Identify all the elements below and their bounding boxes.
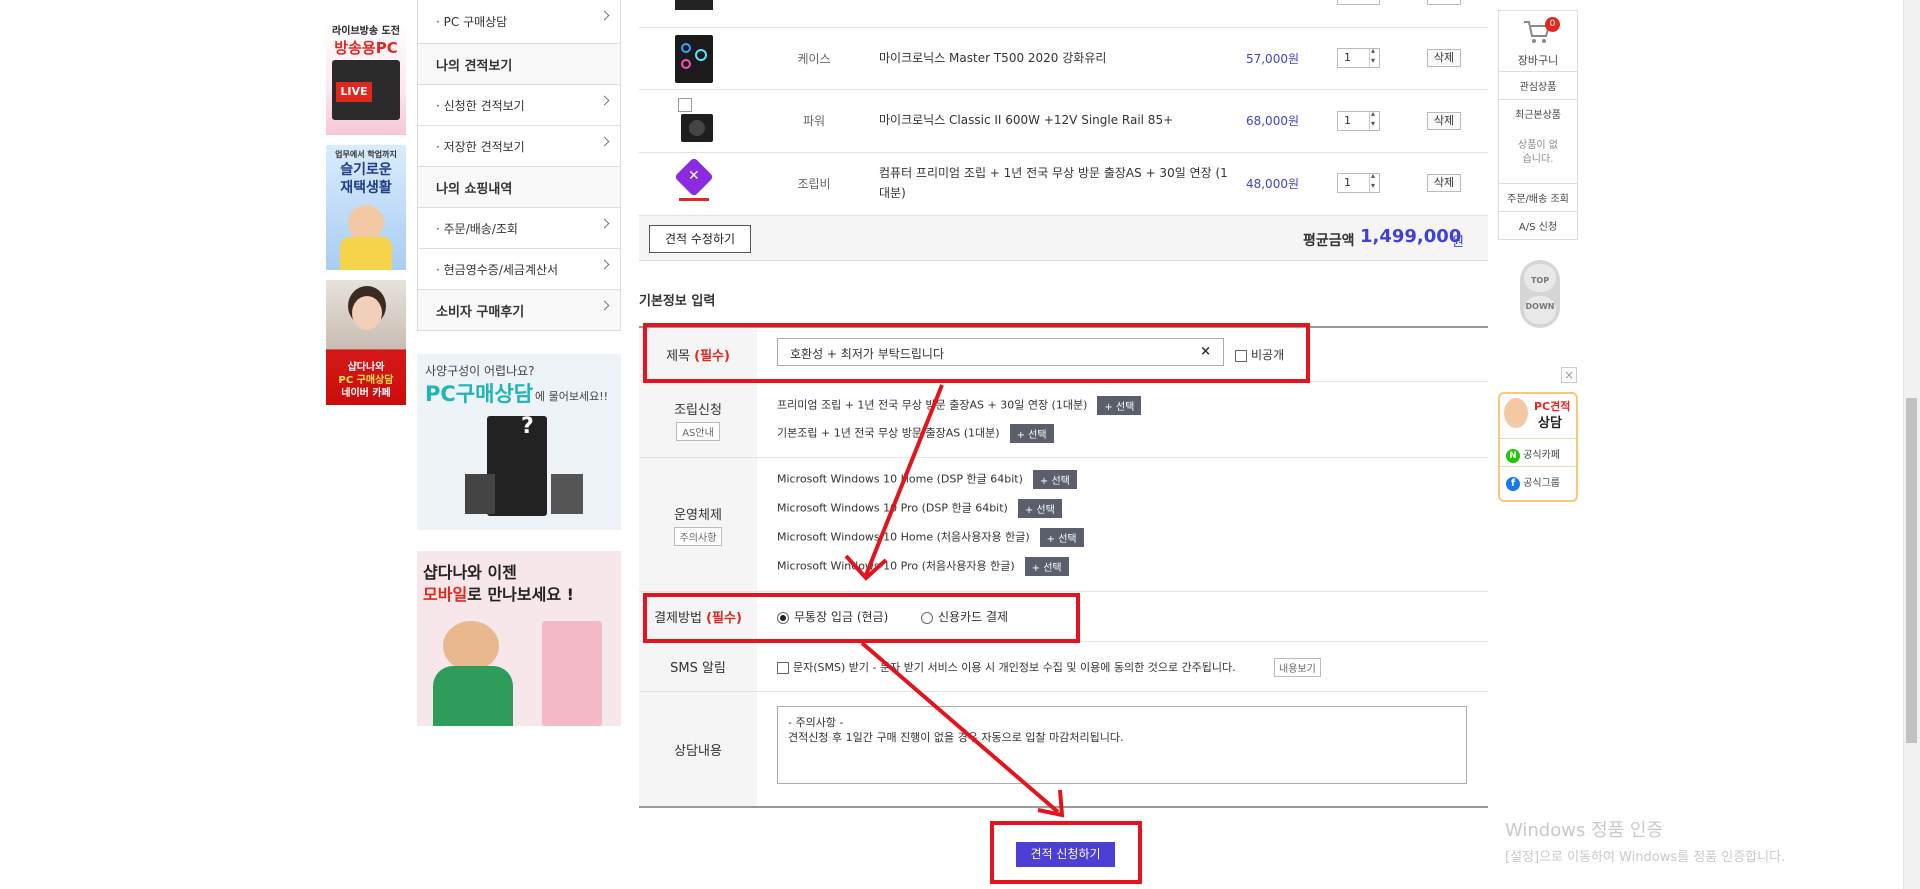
cart-count-badge: 0 bbox=[1545, 17, 1560, 32]
quick-panel: 0 장바구니 관심상품 최근본상품 상품이 없습니다. 주문/배송 조회 A/S… bbox=[1498, 10, 1578, 240]
quick-item-recent[interactable]: 최근본상품 bbox=[1499, 99, 1577, 127]
quick-item-orders[interactable]: 주문/배송 조회 bbox=[1499, 183, 1577, 211]
quick-item-as[interactable]: A/S 신청 bbox=[1499, 211, 1577, 239]
annotation-arrow bbox=[864, 384, 944, 576]
facebook-icon: f bbox=[1506, 477, 1520, 491]
cart-link[interactable]: 0 장바구니 bbox=[1499, 11, 1577, 71]
annotation-arrows bbox=[844, 384, 1065, 818]
quick-item-favorites[interactable]: 관심상품 bbox=[1499, 71, 1577, 99]
windows-watermark: Windows 정품 인증 [설정]으로 이동하여 Windows를 정품 인증… bbox=[1505, 820, 1786, 865]
close-icon[interactable]: × bbox=[1561, 367, 1577, 383]
scrollbar-thumb[interactable] bbox=[1906, 398, 1917, 743]
official-group-link[interactable]: f 공식그룹 bbox=[1506, 474, 1560, 491]
consultant-illustration bbox=[1504, 398, 1528, 428]
pc-consult-widget[interactable]: PC견적 상담 N 공식카페 f 공식그룹 bbox=[1498, 392, 1578, 502]
naver-icon: N bbox=[1506, 449, 1520, 463]
scroll-top-button[interactable]: TOP bbox=[1524, 264, 1556, 292]
scroll-top-down: TOP DOWN bbox=[1520, 260, 1560, 328]
recent-empty-text: 상품이 없습니다. bbox=[1518, 140, 1558, 165]
official-cafe-link[interactable]: N 공식카페 bbox=[1506, 446, 1560, 463]
cart-label: 장바구니 bbox=[1517, 54, 1559, 67]
consult-title: 상담 bbox=[1538, 416, 1562, 431]
scroll-down-button[interactable]: DOWN bbox=[1524, 296, 1556, 324]
annotation-arrow bbox=[860, 641, 1060, 814]
